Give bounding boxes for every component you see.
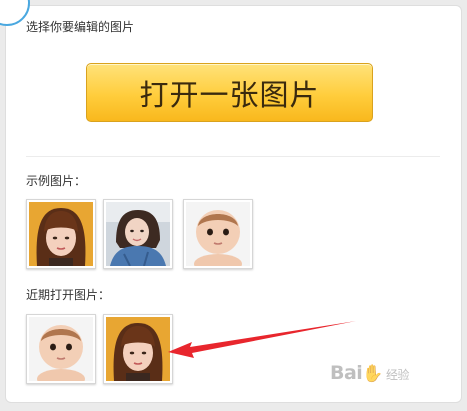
baidu-watermark: Bai✋ 经验 [330,362,410,384]
watermark-suffix: 经验 [386,368,410,382]
arrow-icon [168,321,356,358]
watermark-brand: Bai [330,362,363,384]
red-arrow-annotation [168,321,356,358]
paw-icon: ✋ [362,364,383,384]
